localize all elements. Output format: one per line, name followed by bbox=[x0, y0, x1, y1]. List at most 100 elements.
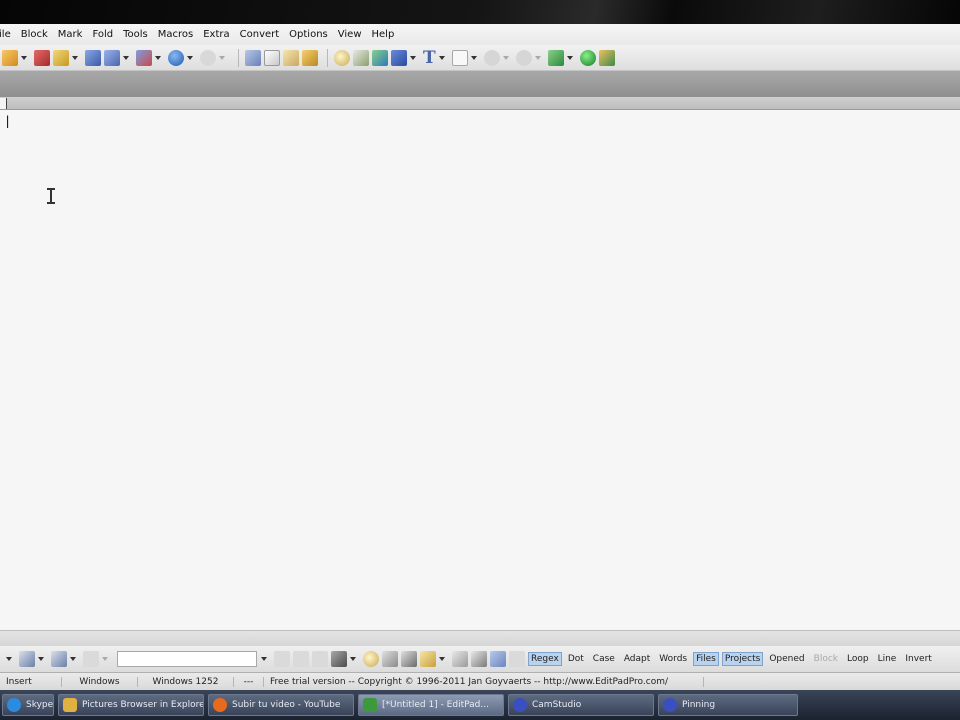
select-matches-icon[interactable] bbox=[452, 651, 468, 667]
menu-help[interactable]: Help bbox=[372, 29, 395, 40]
disabled-circle-icon bbox=[515, 49, 532, 66]
green-globe-icon[interactable] bbox=[579, 49, 596, 66]
menu-options[interactable]: Options bbox=[289, 29, 328, 40]
taskbar-button-editpad[interactable]: [*Untitled 1] - EditPad... bbox=[358, 694, 504, 716]
edit-icon[interactable] bbox=[302, 49, 318, 66]
fold-matches-icon[interactable] bbox=[471, 651, 487, 667]
menu-block[interactable]: Block bbox=[21, 29, 48, 40]
taskbar-button-pictures[interactable]: Pictures Browser in Explorer bbox=[58, 694, 204, 716]
clip-collection-dropdown-icon[interactable] bbox=[566, 55, 573, 60]
font-icon[interactable]: T bbox=[423, 49, 436, 66]
option-opened[interactable]: Opened bbox=[766, 652, 807, 666]
toolbar-separator bbox=[327, 48, 328, 67]
block-select-icon[interactable] bbox=[391, 49, 407, 66]
editpad-icon bbox=[363, 698, 377, 712]
screen-top-bar bbox=[0, 0, 960, 24]
menu-view[interactable]: View bbox=[338, 29, 362, 40]
replace-icon[interactable] bbox=[353, 49, 369, 66]
text-editor[interactable]: | bbox=[0, 110, 960, 630]
status-notice: Free trial version -- Copyright © 1996-2… bbox=[264, 676, 704, 687]
undo-dropdown-icon[interactable] bbox=[187, 55, 193, 60]
save-icon[interactable] bbox=[53, 49, 69, 66]
taskbar-button-camstudio[interactable]: CamStudio bbox=[508, 694, 654, 716]
paste-icon[interactable] bbox=[283, 49, 299, 66]
mouse-ibeam-cursor-icon bbox=[47, 188, 55, 204]
open-file-icon[interactable] bbox=[34, 49, 50, 66]
find-next-dropdown-icon[interactable] bbox=[70, 657, 76, 661]
find-icon[interactable] bbox=[363, 651, 379, 667]
taskbar-label: CamStudio bbox=[532, 700, 582, 710]
option-regex[interactable]: Regex bbox=[528, 652, 562, 666]
status-line-break[interactable]: Windows bbox=[62, 676, 138, 687]
replace-all-icon[interactable] bbox=[401, 651, 417, 667]
status-encoding[interactable]: Windows 1252 bbox=[138, 676, 234, 687]
new-file-dropdown-icon[interactable] bbox=[21, 55, 27, 60]
block-select-dropdown-icon[interactable] bbox=[410, 55, 416, 60]
print-preview-icon[interactable] bbox=[104, 49, 120, 66]
search-input[interactable] bbox=[117, 651, 257, 667]
search-icon[interactable] bbox=[334, 49, 350, 66]
camstudio-icon bbox=[513, 698, 527, 712]
replace-current-icon[interactable] bbox=[382, 651, 398, 667]
option-case[interactable]: Case bbox=[590, 652, 618, 666]
search-person-icon[interactable] bbox=[331, 651, 347, 667]
find-first-dropdown-icon[interactable] bbox=[38, 657, 44, 661]
taskbar-label: [*Untitled 1] - EditPad... bbox=[382, 700, 489, 710]
editor-content: | bbox=[4, 114, 12, 128]
highlight-dropdown-icon[interactable] bbox=[439, 657, 445, 661]
status-insert-mode[interactable]: Insert bbox=[0, 676, 62, 687]
search-person-dropdown-icon[interactable] bbox=[350, 657, 356, 661]
close-file-icon[interactable] bbox=[136, 49, 152, 66]
option-dot[interactable]: Dot bbox=[565, 652, 587, 666]
print-icon[interactable] bbox=[85, 49, 101, 66]
history-dropdown-icon[interactable] bbox=[6, 657, 12, 661]
tab-untitled-1[interactable] bbox=[0, 98, 7, 109]
option-files[interactable]: Files bbox=[693, 652, 719, 666]
redo-icon[interactable] bbox=[200, 49, 216, 66]
folder-icon bbox=[63, 698, 77, 712]
find-prev-dropdown-icon bbox=[102, 657, 108, 661]
search-input-dropdown-icon[interactable] bbox=[261, 657, 267, 661]
word-wrap-icon[interactable] bbox=[372, 49, 388, 66]
option-words[interactable]: Words bbox=[656, 652, 690, 666]
taskbar-button-pinning[interactable]: Pinning bbox=[658, 694, 798, 716]
save-dropdown-icon[interactable] bbox=[72, 55, 78, 60]
print-dropdown-icon[interactable] bbox=[123, 55, 129, 60]
copy-icon[interactable] bbox=[264, 49, 280, 66]
close-dropdown-icon[interactable] bbox=[155, 55, 161, 60]
menu-fold[interactable]: Fold bbox=[92, 29, 113, 40]
menu-extra[interactable]: Extra bbox=[203, 29, 229, 40]
font-dropdown-icon[interactable] bbox=[438, 55, 445, 60]
menu-file[interactable]: File bbox=[0, 29, 11, 40]
find-next-icon[interactable] bbox=[51, 651, 67, 667]
regex-builder-icon[interactable] bbox=[490, 651, 506, 667]
menu-tools[interactable]: Tools bbox=[123, 29, 148, 40]
menu-macros[interactable]: Macros bbox=[158, 29, 193, 40]
cut-icon[interactable] bbox=[245, 49, 261, 66]
disabled-dropdown-icon bbox=[502, 55, 509, 60]
page-dropdown-icon[interactable] bbox=[470, 55, 477, 60]
page-icon[interactable] bbox=[451, 49, 468, 66]
find-prev-icon bbox=[83, 651, 99, 667]
taskbar-button-firefox[interactable]: Subir tu video - YouTube bbox=[208, 694, 354, 716]
pinning-icon bbox=[663, 698, 677, 712]
windows-taskbar: Skype™ - fernandoguia Pictures Browser i… bbox=[0, 690, 960, 720]
status-blank: --- bbox=[234, 676, 264, 687]
find-first-icon[interactable] bbox=[19, 651, 35, 667]
option-loop[interactable]: Loop bbox=[844, 652, 872, 666]
menu-mark[interactable]: Mark bbox=[58, 29, 83, 40]
file-panel-icon[interactable] bbox=[598, 49, 615, 66]
undo-icon[interactable] bbox=[168, 49, 184, 66]
option-block: Block bbox=[813, 654, 838, 664]
clip-collection-icon[interactable] bbox=[547, 49, 564, 66]
panel-divider[interactable] bbox=[0, 630, 960, 646]
option-adapt[interactable]: Adapt bbox=[621, 652, 653, 666]
option-projects[interactable]: Projects bbox=[721, 652, 764, 666]
new-file-icon[interactable] bbox=[2, 49, 18, 66]
option-invert[interactable]: Invert bbox=[902, 652, 934, 666]
menu-convert[interactable]: Convert bbox=[240, 29, 280, 40]
redo-dropdown-icon bbox=[219, 55, 225, 60]
option-line[interactable]: Line bbox=[875, 652, 900, 666]
highlight-icon[interactable] bbox=[420, 651, 436, 667]
taskbar-button-skype[interactable]: Skype™ - fernandoguia bbox=[2, 694, 54, 716]
